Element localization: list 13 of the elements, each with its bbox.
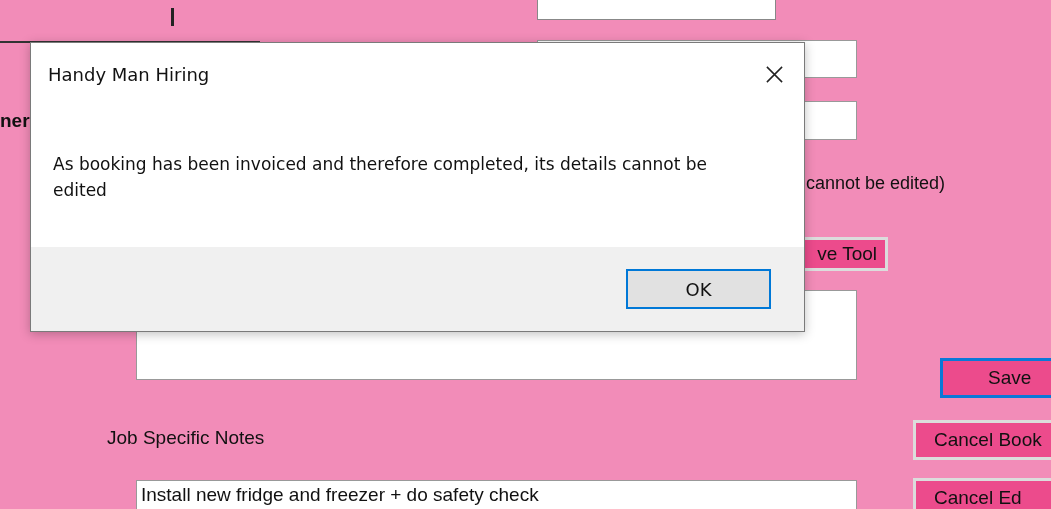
close-icon[interactable]: [765, 64, 784, 84]
staff-id-dropdown[interactable]: [537, 0, 776, 20]
dialog-title: Handy Man Hiring: [48, 63, 210, 85]
form-button[interactable]: Cancel Ed: [913, 478, 1051, 509]
ok-button[interactable]: OK: [626, 269, 771, 309]
dialog-message: As booking has been invoiced and therefore completed, its details cannot be edited: [53, 153, 708, 202]
job-notes-field[interactable]: Install new fridge and freezer + do safety check: [136, 480, 857, 509]
vertical-bar-icon: [171, 8, 174, 26]
job-notes-label: Job Specific Notes: [107, 427, 265, 449]
note-text: cannot be edited): [806, 173, 946, 194]
form-button[interactable]: Cancel Book: [913, 420, 1051, 460]
field-label: ner: [0, 110, 30, 132]
form-button[interactable]: Save: [940, 358, 1051, 398]
